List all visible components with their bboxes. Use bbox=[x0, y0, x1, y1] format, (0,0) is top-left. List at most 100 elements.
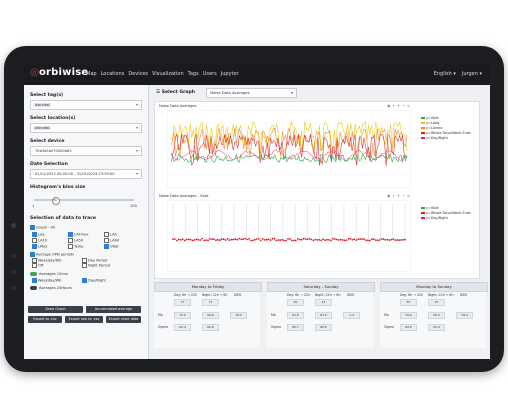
nav-jupyter[interactable]: Jupyter bbox=[221, 71, 239, 77]
chart-panel: Noise Data Averages ◉ ⌕ + − ⌂ y=Vbat y=LAeq … bbox=[154, 101, 480, 279]
avg15-toggle[interactable] bbox=[30, 272, 37, 276]
check-vbat[interactable]: VBat bbox=[104, 244, 119, 249]
series-marker bbox=[359, 238, 362, 241]
series-marker bbox=[349, 237, 352, 240]
brand-logo[interactable]: ◎orbiwise bbox=[30, 67, 88, 78]
avg-opn-toggle[interactable]: Average OPN periods bbox=[30, 252, 74, 257]
check-lafmax[interactable]: LAFmax bbox=[68, 232, 88, 237]
series-marker bbox=[337, 239, 340, 241]
export-csv-button[interactable]: Export to .csv bbox=[28, 316, 62, 323]
series-marker bbox=[339, 238, 342, 241]
tags-select[interactable]: #orvital ▾ bbox=[30, 100, 142, 110]
table-cell: 20 bbox=[287, 299, 304, 306]
tag-chip[interactable]: #orvital bbox=[33, 102, 52, 107]
series-marker bbox=[250, 239, 252, 242]
row-label: Mo bbox=[158, 313, 163, 317]
chevron-down-icon: ▾ bbox=[135, 125, 138, 130]
series-marker bbox=[201, 237, 204, 240]
table-cell: 76.0 bbox=[400, 312, 417, 319]
nav-map[interactable]: Map bbox=[86, 71, 97, 77]
zoom-icon[interactable]: ⌕ bbox=[393, 193, 395, 198]
draw-graph-button[interactable]: Draw Graph bbox=[28, 306, 83, 313]
nav-locations[interactable]: Locations bbox=[101, 71, 125, 77]
location-chip[interactable]: #orvital bbox=[33, 125, 52, 130]
avg24-toggle[interactable] bbox=[30, 286, 37, 290]
series-marker bbox=[371, 238, 373, 240]
check-lmax[interactable]: LMax bbox=[32, 244, 47, 249]
avg15-weekday[interactable]: Weekday/WE bbox=[32, 278, 62, 283]
avg-night-period[interactable]: Night Period bbox=[82, 263, 110, 268]
device-select[interactable]: 70b3d5b070000b63 ▾ bbox=[30, 146, 142, 156]
location-select[interactable]: #orvital ▾ bbox=[30, 123, 142, 133]
check-temp[interactable]: Temp bbox=[68, 244, 84, 249]
check-la50[interactable]: LA50 bbox=[68, 238, 83, 243]
row-label: Sigma bbox=[384, 325, 394, 329]
noise-averages-chart[interactable] bbox=[167, 110, 411, 188]
series-marker bbox=[259, 239, 262, 242]
minus-icon[interactable]: − bbox=[402, 103, 405, 108]
export-raw-csv-button[interactable]: Export raw to .csv bbox=[65, 316, 103, 323]
camera-icon[interactable]: ◉ bbox=[387, 193, 391, 198]
table-title: Monday to Sunday bbox=[380, 282, 488, 292]
nav-visualization[interactable]: Visualization bbox=[152, 71, 184, 77]
home-icon[interactable]: ⌂ bbox=[407, 193, 410, 198]
graph-all-toggle[interactable]: Graph - All bbox=[30, 225, 55, 230]
graph-select[interactable]: Noise Data Averages ▾ bbox=[206, 88, 297, 98]
legend-swatch bbox=[421, 117, 425, 119]
avg15-label: Averages 15min bbox=[39, 272, 69, 276]
table-cell: 81.8 bbox=[287, 312, 304, 319]
plus-icon[interactable]: + bbox=[397, 193, 400, 198]
nav-devices[interactable]: Devices bbox=[128, 71, 148, 77]
avg-off[interactable]: Off bbox=[32, 263, 43, 268]
series-marker bbox=[335, 238, 338, 241]
zoom-icon[interactable]: ⌕ bbox=[393, 103, 395, 108]
series-marker bbox=[277, 239, 280, 241]
series-marker bbox=[215, 239, 217, 242]
nav-tags[interactable]: Tags bbox=[188, 71, 199, 77]
table-cell: 1.4 bbox=[343, 312, 360, 319]
series-marker bbox=[209, 238, 211, 240]
check-leq[interactable]: Leq bbox=[32, 232, 44, 237]
nav-users[interactable]: Users bbox=[203, 71, 217, 77]
series-marker bbox=[242, 238, 245, 241]
histogram-slider[interactable]: 30 bbox=[34, 197, 134, 205]
user-menu[interactable]: Jurgen ▾ bbox=[462, 71, 482, 77]
series-marker bbox=[257, 238, 260, 240]
series-marker bbox=[293, 239, 295, 242]
checkbox-icon bbox=[104, 238, 109, 243]
vbat-chart[interactable] bbox=[167, 200, 411, 272]
check-la5[interactable]: LA5 bbox=[104, 232, 117, 237]
accumulated-average-button[interactable]: Accumulated average bbox=[86, 306, 141, 313]
plus-icon[interactable]: + bbox=[397, 103, 400, 108]
series-marker bbox=[308, 237, 311, 240]
camera-icon[interactable]: ◉ bbox=[387, 103, 391, 108]
series-marker bbox=[273, 237, 276, 240]
legend-item[interactable]: y=Day/Night bbox=[421, 216, 471, 221]
check-la90[interactable]: LA90 bbox=[104, 238, 119, 243]
table-cell: 23 bbox=[315, 299, 332, 306]
date-input[interactable]: 01/12/2023 00:00:00 - 31/01/2023 23:59:0… bbox=[30, 169, 142, 179]
camera-dot bbox=[11, 223, 16, 228]
series-marker bbox=[238, 237, 241, 240]
series-marker bbox=[197, 239, 200, 241]
chart1-toolbar: ◉ ⌕ + − ⌂ bbox=[387, 103, 410, 108]
export-chart-data-button[interactable]: Export chart data bbox=[106, 316, 141, 323]
series-marker bbox=[177, 238, 180, 241]
stats-tables: Monday to Friday Day: 6h → 22h Night: 22… bbox=[152, 280, 490, 359]
language-dropdown[interactable]: English ▾ bbox=[434, 71, 456, 77]
side-button bbox=[12, 286, 16, 290]
legend-item[interactable]: y=Day/Night bbox=[421, 136, 471, 141]
series-marker bbox=[343, 239, 346, 242]
series-marker bbox=[232, 238, 235, 241]
home-icon[interactable]: ⌂ bbox=[407, 103, 410, 108]
series-marker bbox=[400, 239, 402, 241]
checkbox-icon bbox=[68, 238, 73, 243]
avg15-daynight[interactable]: Day/Night bbox=[82, 278, 106, 283]
check-la10[interactable]: LA10 bbox=[32, 238, 47, 243]
minus-icon[interactable]: − bbox=[402, 193, 405, 198]
series-marker bbox=[205, 239, 207, 241]
series-marker bbox=[289, 238, 291, 240]
series-marker bbox=[228, 239, 231, 241]
side-button bbox=[12, 270, 16, 274]
series-marker bbox=[181, 238, 184, 240]
